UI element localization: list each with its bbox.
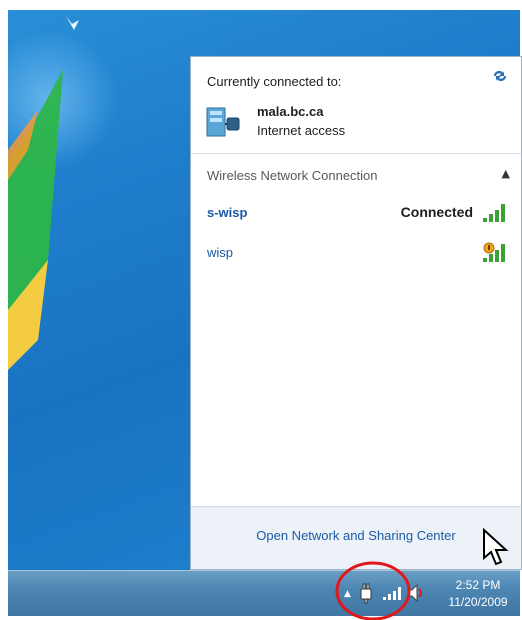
currently-connected-label: Currently connected to: bbox=[207, 74, 342, 89]
wireless-section-label: Wireless Network Connection bbox=[207, 168, 378, 183]
chevron-up-icon[interactable]: ▲ bbox=[502, 167, 510, 180]
clock-date: 11/20/2009 bbox=[448, 595, 508, 609]
network-state: Connected bbox=[400, 204, 473, 220]
network-ssid: s-wisp bbox=[207, 205, 248, 220]
current-connection-section: Currently connected to: mala.bc.ca Inter… bbox=[191, 57, 521, 154]
highlight-circle bbox=[335, 561, 411, 620]
secured-signal-icon bbox=[483, 242, 505, 262]
network-ssid: wisp bbox=[207, 245, 234, 260]
network-row-wisp[interactable]: wisp bbox=[191, 239, 521, 267]
taskbar-clock[interactable]: 2:52 PM 11/20/2009 bbox=[438, 577, 518, 611]
mouse-cursor-icon bbox=[483, 528, 509, 566]
network-flyout: Currently connected to: mala.bc.ca Inter… bbox=[190, 56, 522, 570]
network-row-s-wisp[interactable]: s-wisp Connected bbox=[191, 199, 521, 227]
signal-strength-icon bbox=[483, 204, 505, 222]
current-network-status: Internet access bbox=[257, 123, 346, 138]
refresh-icon[interactable] bbox=[492, 69, 508, 87]
clock-time: 2:52 PM bbox=[455, 578, 501, 592]
network-icon bbox=[206, 107, 240, 137]
open-network-sharing-center-link[interactable]: Open Network and Sharing Center bbox=[191, 528, 521, 543]
taskbar: ▲ 2:52 PM 11/20/2009 bbox=[8, 570, 520, 616]
current-network-name: mala.bc.ca bbox=[257, 104, 324, 119]
